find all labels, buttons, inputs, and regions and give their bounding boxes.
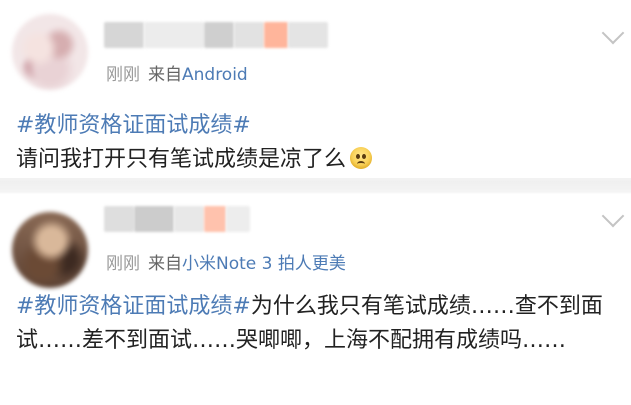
post-device[interactable]: 小米Note 3 拍人更美 — [182, 254, 346, 274]
weibo-post-1[interactable]: 刚刚 来自Android #教师资格证面试成绩# 请问我打开只有笔试成绩是凉了么 — [0, 0, 631, 178]
post-meta: 刚刚 来自小米Note 3 拍人更美 — [106, 253, 346, 275]
post-time: 刚刚 — [106, 254, 140, 274]
post-body: 请问我打开只有笔试成绩是凉了么 — [16, 147, 347, 172]
topic-link[interactable]: #教师资格证面试成绩# — [16, 294, 251, 319]
sad-face-emoji-icon — [350, 147, 373, 169]
username-blurred[interactable] — [104, 206, 254, 232]
chevron-down-icon[interactable] — [601, 204, 625, 228]
post-time: 刚刚 — [106, 65, 140, 85]
topic-link[interactable]: #教师资格证面试成绩# — [16, 113, 251, 138]
post-text: #教师资格证面试成绩#为什么我只有笔试成绩……查不到面试……差不到面试……哭唧唧… — [16, 290, 616, 358]
chevron-down-icon[interactable] — [601, 21, 625, 45]
post-source-prefix: 来自 — [148, 65, 182, 85]
post-device[interactable]: Android — [182, 65, 248, 85]
post-text: #教师资格证面试成绩# 请问我打开只有笔试成绩是凉了么 — [16, 109, 616, 177]
avatar[interactable] — [12, 212, 88, 288]
post-meta: 刚刚 来自Android — [106, 64, 248, 86]
post-source-prefix: 来自 — [148, 254, 182, 274]
username-blurred[interactable] — [104, 22, 334, 48]
weibo-post-2[interactable]: 刚刚 来自小米Note 3 拍人更美 #教师资格证面试成绩#为什么我只有笔试成绩…… — [0, 194, 631, 405]
post-divider — [0, 178, 631, 194]
avatar[interactable] — [12, 14, 88, 90]
